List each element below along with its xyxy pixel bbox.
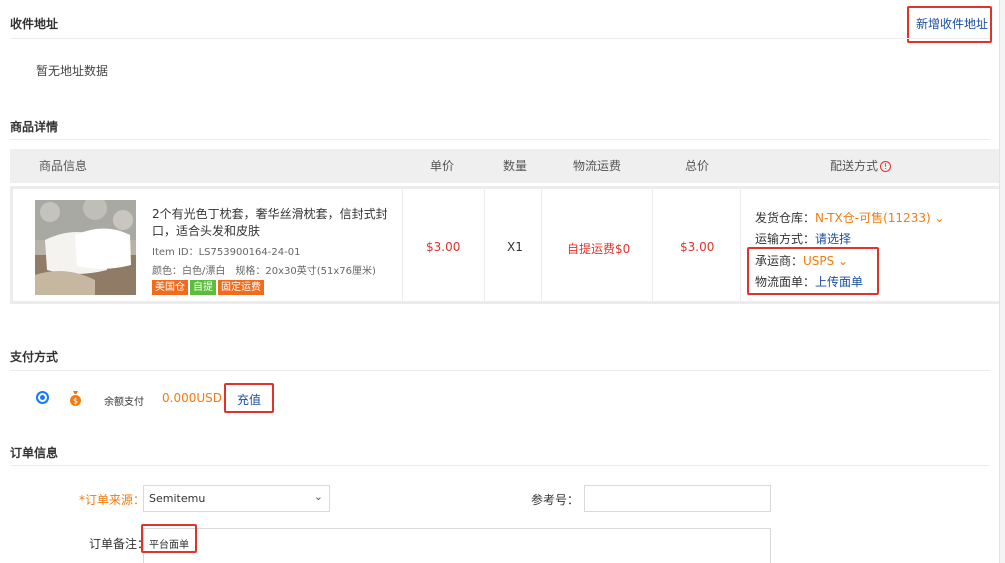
transport-label: 运输方式： <box>755 232 816 246</box>
info-icon[interactable]: ! <box>880 161 892 172</box>
chevron-down-icon: ⌄ <box>934 211 945 225</box>
money-bag-icon: $ <box>68 390 83 406</box>
order-source-value: Semitemu <box>149 492 206 505</box>
freight-cost: 自提运费$0 <box>567 242 631 256</box>
divider <box>10 139 990 140</box>
header-delivery-label: 配送方式 <box>830 159 879 173</box>
transport-row: 运输方式：请选择 <box>755 230 851 247</box>
highlight-box-remark <box>141 524 197 553</box>
header-total: 总价 <box>685 159 710 173</box>
reference-input[interactable] <box>584 485 771 512</box>
balance-pay-radio[interactable] <box>36 391 49 404</box>
col-divider <box>652 186 653 304</box>
order-source-select[interactable]: Semitemu ⌄ <box>143 485 330 512</box>
order-remark-textarea[interactable]: 平台面单 <box>143 528 771 563</box>
header-qty: 数量 <box>503 159 528 173</box>
col-divider <box>740 186 741 304</box>
chevron-down-icon: ⌄ <box>313 490 323 503</box>
address-empty-text: 暂无地址数据 <box>36 64 109 78</box>
col-divider <box>484 186 485 304</box>
col-divider <box>541 186 542 304</box>
warehouse-select[interactable]: N-TX仓-可售(11233) ⌄ <box>815 211 945 225</box>
transport-select[interactable]: 请选择 <box>815 232 851 246</box>
highlight-box-recharge <box>224 383 274 413</box>
goods-section-title: 商品详情 <box>10 120 59 134</box>
product-specs: 颜色：白色/漂白 规格：20x30英寸(51x76厘米) <box>152 266 376 277</box>
header-delivery: 配送方式! <box>830 149 892 183</box>
address-section-title: 收件地址 <box>10 17 59 31</box>
header-price: 单价 <box>430 159 455 173</box>
quantity: X1 <box>507 240 523 254</box>
product-tags: 美国仓 自提 固定运费 <box>152 279 266 295</box>
product-image[interactable] <box>35 200 136 295</box>
goods-table-header: 商品信息 单价 数量 物流运费 总价 配送方式! <box>10 149 1002 183</box>
order-source-label-text: 订单来源： <box>85 493 146 507</box>
unit-price: $3.00 <box>426 240 461 254</box>
page-scrollbar[interactable] <box>999 0 1005 563</box>
order-remark-label: 订单备注： <box>89 537 150 551</box>
total-price: $3.00 <box>680 240 715 254</box>
balance-amount: 0.000USD <box>162 391 222 405</box>
highlight-box-carrier <box>747 247 879 295</box>
header-info: 商品信息 <box>39 159 88 173</box>
tag-us-warehouse: 美国仓 <box>152 280 188 295</box>
payment-section-title: 支付方式 <box>10 350 59 364</box>
order-source-label: *订单来源： <box>79 491 145 508</box>
divider <box>10 465 990 466</box>
header-freight: 物流运费 <box>573 159 622 173</box>
tag-self-pickup: 自提 <box>190 280 216 295</box>
warehouse-row: 发货仓库：N-TX仓-可售(11233) ⌄ <box>755 209 945 226</box>
order-section-title: 订单信息 <box>10 446 59 460</box>
reference-label: 参考号： <box>531 493 580 507</box>
tag-fixed-freight: 固定运费 <box>218 280 264 295</box>
balance-pay-label: 余额支付 <box>104 397 144 408</box>
svg-text:$: $ <box>73 397 78 406</box>
warehouse-value: N-TX仓-可售(11233) <box>815 211 931 225</box>
product-name[interactable]: 2个有光色丁枕套，奢华丝滑枕套，信封式封口，适合头发和皮肤 <box>152 206 392 240</box>
col-divider <box>402 186 403 304</box>
divider <box>10 370 990 371</box>
product-item-id: Item ID：LS753900164-24-01 <box>152 247 301 258</box>
divider <box>10 38 990 39</box>
warehouse-label: 发货仓库： <box>755 211 816 225</box>
